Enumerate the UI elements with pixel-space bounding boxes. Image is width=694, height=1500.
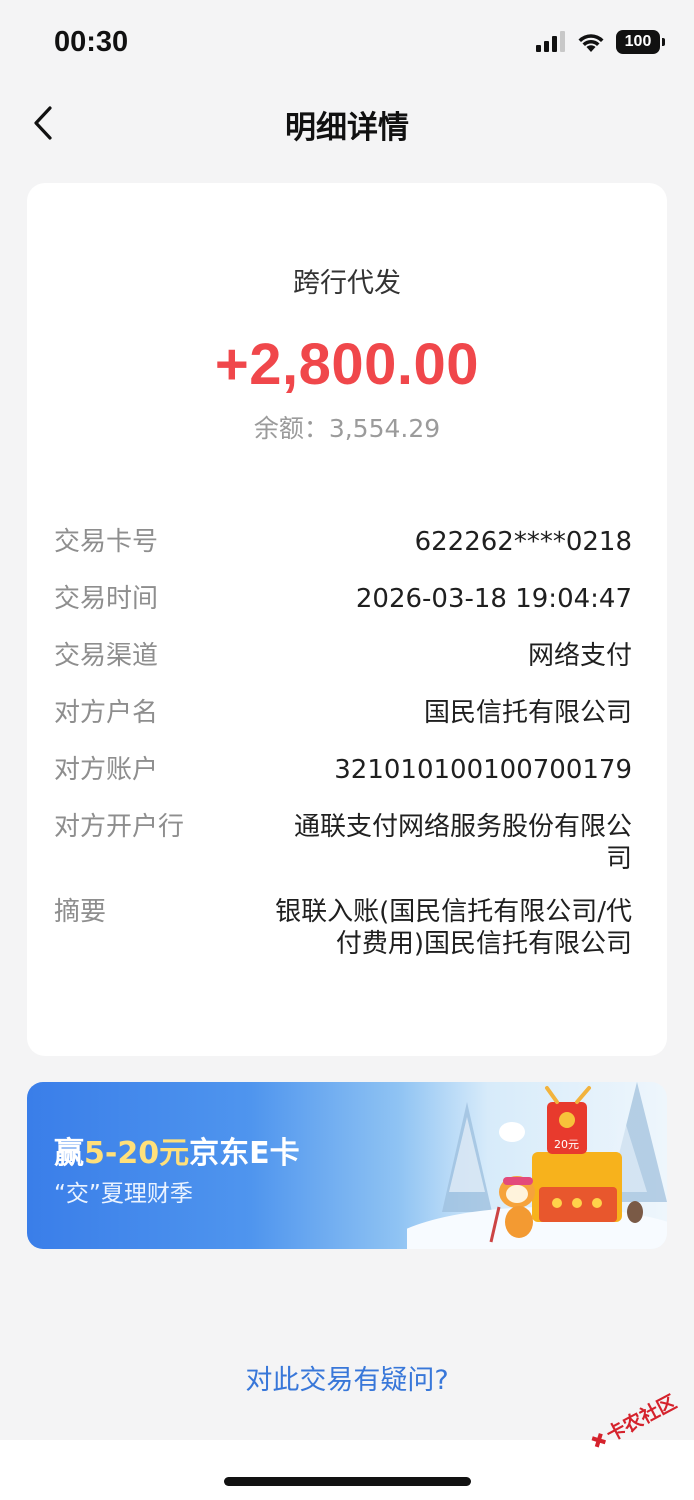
detail-row-card-number: 交易卡号 622262****0218 — [54, 523, 632, 562]
detail-value: 国民信托有限公司 — [423, 698, 632, 728]
transaction-type: 跨行代发 — [293, 268, 401, 299]
banner-title-suffix: 京东E卡 — [189, 1136, 300, 1171]
status-time: 00:30 — [54, 26, 129, 58]
status-icons: 100 — [536, 30, 665, 54]
transaction-detail-card: 跨行代发 +2,800.00 余额：3,554.29 交易卡号 622262**… — [27, 183, 667, 1056]
battery-icon: 100 — [616, 30, 665, 54]
watermark-text: 卡农社区 — [602, 1391, 681, 1447]
banner-title-highlight: 5-20元 — [84, 1136, 190, 1171]
detail-row-summary: 摘要 银联入账(国民信托有限公司/代付费用)国民信托有限公司 — [54, 893, 632, 960]
account-balance: 余额：3,554.29 — [253, 414, 441, 443]
bottom-area — [0, 1440, 694, 1500]
detail-label: 交易时间 — [54, 584, 159, 614]
detail-label: 交易卡号 — [54, 527, 159, 557]
detail-value: 银联入账(国民信托有限公司/代付费用)国民信托有限公司 — [275, 897, 632, 959]
detail-row-counterparty-name: 对方户名 国民信托有限公司 — [54, 694, 632, 733]
detail-value: 通联支付网络服务股份有限公司 — [293, 812, 632, 874]
detail-row-channel: 交易渠道 网络支付 — [54, 637, 632, 676]
detail-row-counterparty-account: 对方账户 321010100100700179 — [54, 751, 632, 790]
banner-subtitle: “交”夏理财季 — [54, 1181, 193, 1207]
detail-label: 对方户名 — [54, 698, 159, 728]
promo-banner[interactable]: 赢5-20元京东E卡 “交”夏理财季 20元 — [27, 1082, 667, 1249]
detail-label: 对方开户行 — [54, 812, 185, 842]
detail-value: 321010100100700179 — [334, 755, 632, 785]
home-indicator[interactable] — [224, 1477, 471, 1486]
detail-row-counterparty-bank: 对方开户行 通联支付网络服务股份有限公司 — [54, 808, 632, 875]
transaction-amount: +2,800.00 — [214, 332, 480, 397]
transaction-question-link[interactable]: 对此交易有疑问? — [0, 1358, 694, 1397]
detail-value: 网络支付 — [527, 641, 632, 671]
detail-label: 交易渠道 — [54, 641, 159, 671]
banner-title: 赢5-20元京东E卡 — [54, 1128, 300, 1172]
page-title: 明细详情 — [285, 110, 409, 146]
wifi-icon — [578, 34, 604, 52]
battery-level: 100 — [624, 33, 652, 50]
banner-title-prefix: 赢 — [54, 1136, 84, 1171]
coupon-label: 20元 — [554, 1138, 579, 1151]
signal-icon — [536, 31, 565, 52]
detail-label: 摘要 — [54, 897, 107, 927]
detail-value: 2026-03-18 19:04:47 — [355, 584, 632, 614]
detail-list: 交易卡号 622262****0218 交易时间 2026-03-18 19:0… — [54, 523, 632, 978]
banner-illustration: 20元 — [407, 1082, 667, 1249]
status-bar: 00:30 100 — [0, 0, 694, 88]
detail-label: 对方账户 — [54, 755, 159, 785]
detail-row-time: 交易时间 2026-03-18 19:04:47 — [54, 580, 632, 619]
nav-bar: 明细详情 — [0, 88, 694, 158]
detail-value: 622262****0218 — [414, 527, 632, 557]
